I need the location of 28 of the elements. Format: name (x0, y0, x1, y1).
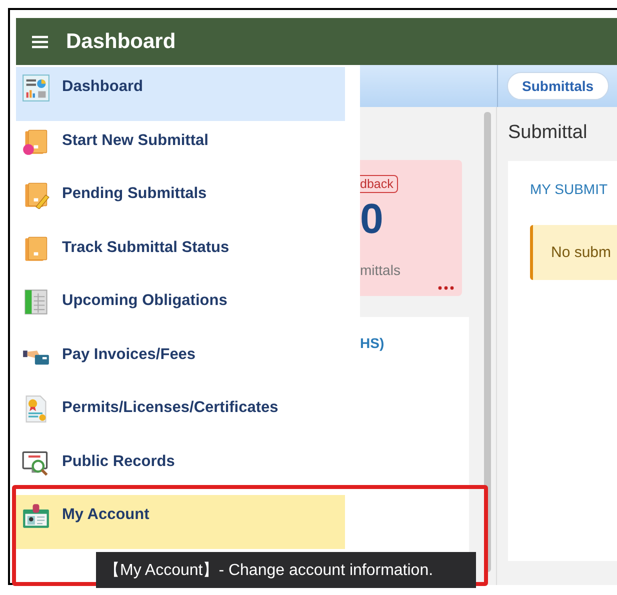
tooltip: 【My Account】- Change account information. (96, 552, 476, 588)
sidebar-item[interactable]: Track Submittal Status (16, 228, 345, 281)
empty-alert: No subm (530, 225, 617, 280)
sidebar-item[interactable]: Pay Invoices/Fees (16, 334, 345, 388)
card-title: HS) (360, 335, 384, 351)
card-title: MY SUBMIT (530, 181, 609, 197)
envelope-new-icon (22, 128, 50, 156)
page-title: Dashboard (66, 30, 176, 54)
feedback-badge: dback (360, 175, 398, 193)
monitor-magnifier-icon (22, 448, 50, 476)
ledger-icon (22, 288, 50, 316)
more-icon[interactable] (438, 286, 454, 290)
sidebar-item[interactable]: Public Records (16, 442, 345, 495)
envelope-icon (22, 234, 50, 262)
sidebar-item[interactable]: Dashboard (16, 67, 345, 120)
id-badge-icon (22, 502, 50, 530)
sidebar-item[interactable]: Pending Submittals (16, 174, 345, 228)
sidebar-item[interactable]: Upcoming Obligations (16, 281, 345, 334)
sidebar-item[interactable]: Start New Submittal (16, 120, 345, 174)
panel-title: Submittal (508, 122, 588, 144)
sidebar-item[interactable]: My Account (16, 495, 345, 548)
stat-caption: mittals (360, 262, 400, 278)
submittals-tab[interactable]: Submittals (507, 72, 609, 100)
dashboard-icon (22, 74, 50, 102)
sidebar-item[interactable]: Permits/Licenses/Certificates (16, 388, 345, 442)
envelope-pencil-icon (22, 181, 50, 209)
stat-count: 0 (360, 198, 384, 240)
menu-icon[interactable] (32, 34, 48, 48)
